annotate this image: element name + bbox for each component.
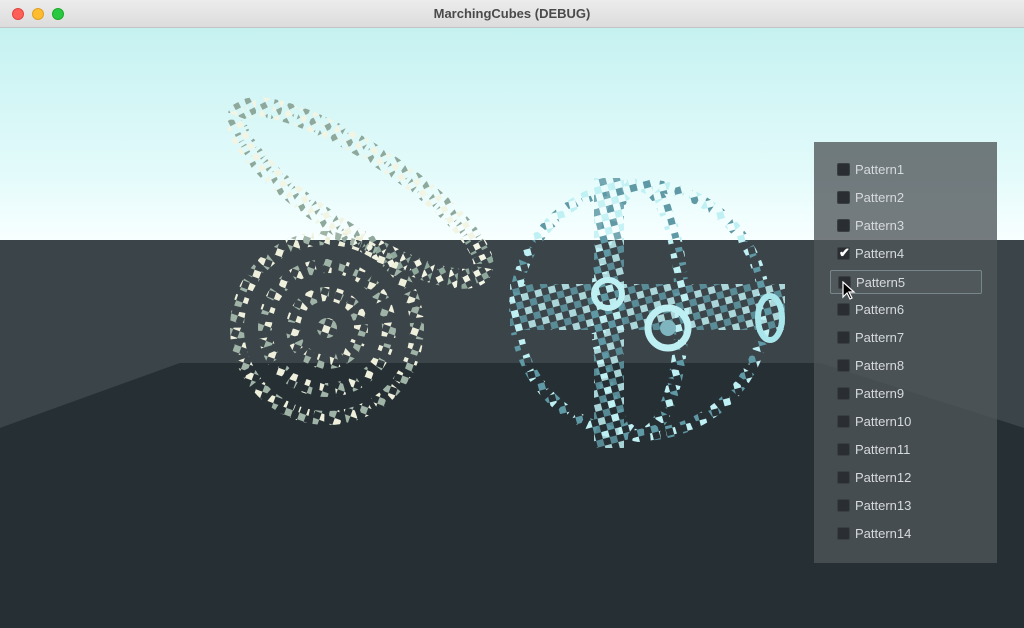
pattern-label: Pattern3 [855,218,905,233]
pattern-label: Pattern13 [855,498,912,513]
pattern-label: Pattern8 [855,358,905,373]
checkbox-box[interactable] [837,331,850,344]
3d-viewport[interactable]: Pattern1 Pattern2 Pattern3 ✔ Pattern4 Pa… [0,28,1024,628]
checkbox-box[interactable] [837,471,850,484]
pattern-label: Pattern4 [855,246,905,261]
pattern-label: Pattern6 [855,302,905,317]
pattern-checkbox-13[interactable]: Pattern13 [830,494,982,518]
checkbox-box[interactable] [837,359,850,372]
pattern-label: Pattern12 [855,470,912,485]
pattern-label: Pattern14 [855,526,912,541]
pattern-checkbox-11[interactable]: Pattern11 [830,438,982,462]
pattern-checkbox-6[interactable]: Pattern6 [830,298,982,322]
window-title: MarchingCubes (DEBUG) [433,6,591,21]
pattern-checkbox-1[interactable]: Pattern1 [830,158,982,182]
checkbox-box[interactable] [837,443,850,456]
check-icon: ✔ [839,245,850,260]
pattern-label: Pattern7 [855,330,905,345]
pattern-checkbox-14[interactable]: Pattern14 [830,522,982,546]
pattern-checkbox-8[interactable]: Pattern8 [830,354,982,378]
pattern-checkbox-10[interactable]: Pattern10 [830,410,982,434]
pattern-label: Pattern10 [855,414,912,429]
checkbox-box[interactable] [837,387,850,400]
pattern-label: Pattern2 [855,190,905,205]
checkbox-box[interactable] [837,527,850,540]
mouse-pointer-icon [842,281,856,300]
app-window: MarchingCubes (DEBUG) Pattern1 Pattern2 … [0,0,1024,628]
checkbox-box[interactable] [837,163,850,176]
checkbox-box[interactable] [837,303,850,316]
checkbox-box[interactable]: ✔ [837,245,850,260]
checkbox-box[interactable] [837,191,850,204]
pattern-checkbox-9[interactable]: Pattern9 [830,382,982,406]
pattern-panel: Pattern1 Pattern2 Pattern3 ✔ Pattern4 Pa… [814,142,997,563]
pattern-label: Pattern1 [855,162,905,177]
pattern-label: Pattern5 [856,275,906,290]
checkbox-box[interactable] [837,415,850,428]
pattern-checkbox-12[interactable]: Pattern12 [830,466,982,490]
pattern-label: Pattern11 [855,442,911,457]
pattern-checkbox-7[interactable]: Pattern7 [830,326,982,350]
title-bar[interactable]: MarchingCubes (DEBUG) [0,0,1024,28]
pattern-checkbox-3[interactable]: Pattern3 [830,214,982,238]
pattern-checkbox-4[interactable]: ✔ Pattern4 [830,242,982,266]
checkbox-box[interactable] [837,219,850,232]
checkbox-box[interactable] [837,499,850,512]
pattern-label: Pattern9 [855,386,905,401]
pattern-checkbox-2[interactable]: Pattern2 [830,186,982,210]
